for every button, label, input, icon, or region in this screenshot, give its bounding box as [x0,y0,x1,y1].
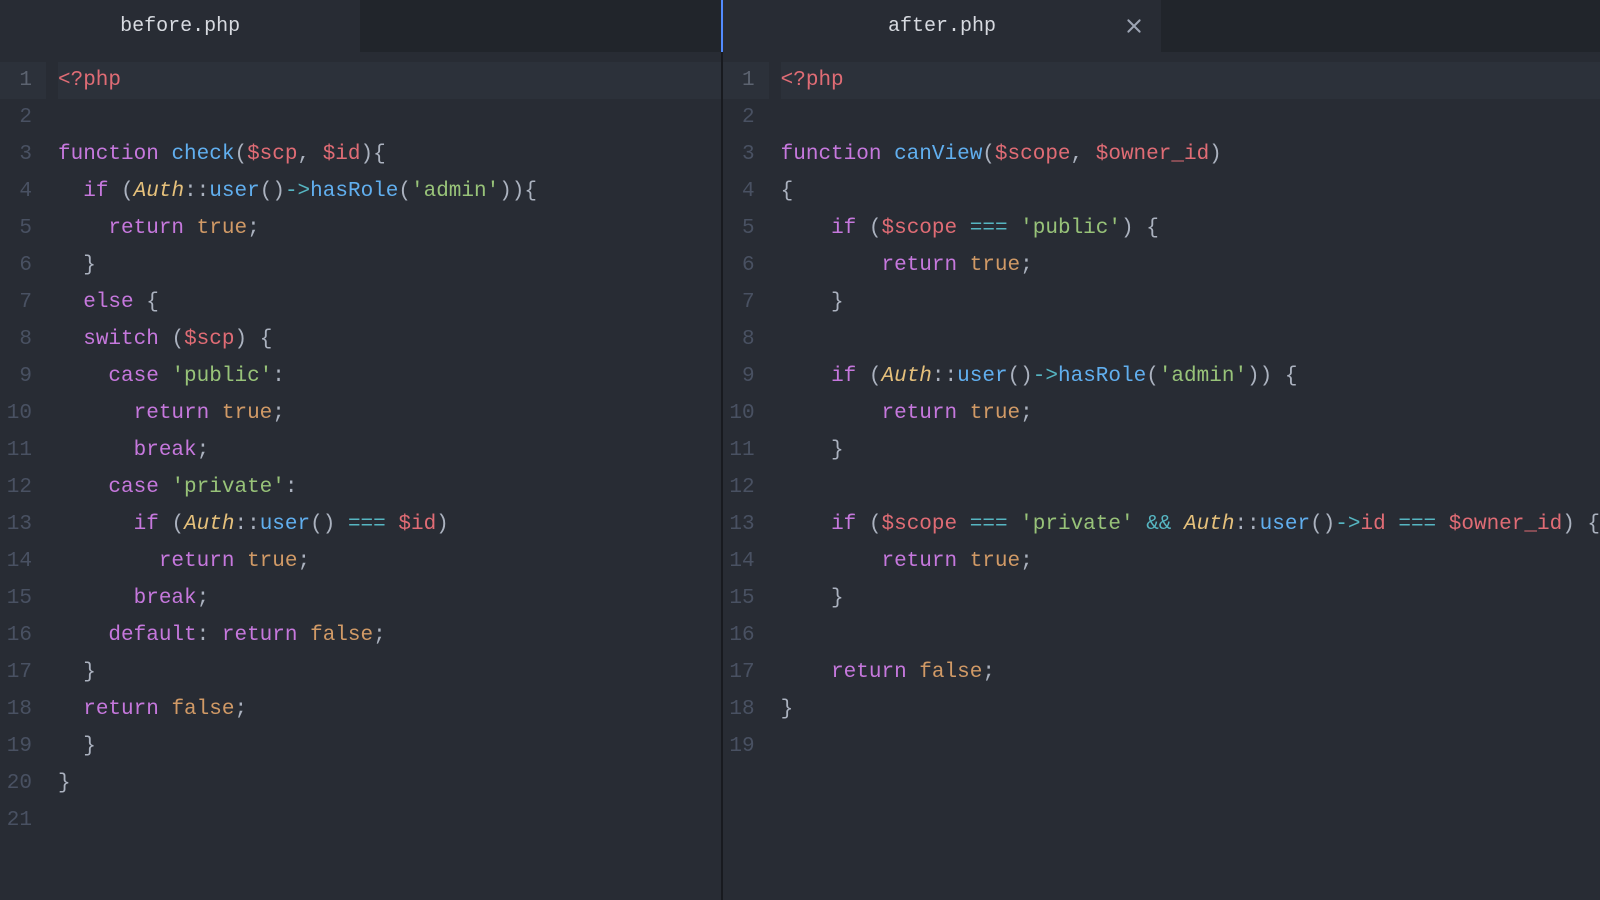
line-number: 17 [723,654,769,691]
line-number: 10 [723,395,769,432]
line-number: 20 [0,765,46,802]
tab-empty-left[interactable] [360,0,720,52]
line-number: 16 [723,617,769,654]
line-number: 15 [723,580,769,617]
code-line[interactable] [781,469,1600,506]
tab-label: before.php [120,15,240,38]
gutter-right: 12345678910111213141516171819 [723,52,769,900]
code-line[interactable] [781,321,1600,358]
code-line[interactable]: } [781,691,1600,728]
line-number: 13 [0,506,46,543]
line-number: 7 [0,284,46,321]
code-line[interactable]: if (Auth::user() === $id) [58,506,721,543]
tab-after-php[interactable]: after.php [723,0,1162,52]
tab-label: after.php [888,15,996,38]
code-line[interactable]: } [58,765,721,802]
line-number: 16 [0,617,46,654]
editor-left[interactable]: 123456789101112131415161718192021 <?phpf… [0,52,721,900]
gutter-left: 123456789101112131415161718192021 [0,52,46,900]
code-line[interactable]: return true; [58,395,721,432]
line-number: 11 [723,432,769,469]
line-number: 11 [0,432,46,469]
code-line[interactable]: } [781,580,1600,617]
code-line[interactable]: return true; [781,395,1600,432]
code-line[interactable]: } [58,728,721,765]
line-number: 6 [0,247,46,284]
line-number: 12 [723,469,769,506]
editor-pane-left: before.php 12345678910111213141516171819… [0,0,723,900]
editor-right[interactable]: 12345678910111213141516171819 <?phpfunct… [723,52,1600,900]
line-number: 14 [723,543,769,580]
line-number: 13 [723,506,769,543]
code-line[interactable]: } [58,654,721,691]
code-line[interactable]: if ($scope === 'private' && Auth::user()… [781,506,1600,543]
line-number: 14 [0,543,46,580]
line-number: 4 [0,173,46,210]
code-line[interactable]: return false; [781,654,1600,691]
line-number: 9 [0,358,46,395]
line-number: 2 [0,99,46,136]
code-line[interactable]: if (Auth::user()->hasRole('admin')){ [58,173,721,210]
line-number: 6 [723,247,769,284]
line-number: 3 [0,136,46,173]
code-line[interactable] [781,99,1600,136]
code-line[interactable]: else { [58,284,721,321]
code-line[interactable] [781,617,1600,654]
code-line[interactable] [781,728,1600,765]
code-line[interactable]: } [58,247,721,284]
code-line[interactable]: break; [58,432,721,469]
code-line[interactable]: return false; [58,691,721,728]
line-number: 5 [723,210,769,247]
code-line[interactable]: switch ($scp) { [58,321,721,358]
code-line[interactable]: function check($scp, $id){ [58,136,721,173]
code-line[interactable]: default: return false; [58,617,721,654]
editor-workspace: before.php 12345678910111213141516171819… [0,0,1600,900]
line-number: 1 [0,62,46,99]
line-number: 5 [0,210,46,247]
line-number: 2 [723,99,769,136]
code-line[interactable]: return true; [781,247,1600,284]
line-number: 1 [723,62,769,99]
code-line[interactable] [58,99,721,136]
close-icon[interactable] [1125,17,1143,35]
line-number: 8 [723,321,769,358]
code-line[interactable]: return true; [58,210,721,247]
tab-empty-right[interactable] [1161,0,1600,52]
code-line[interactable]: if ($scope === 'public') { [781,210,1600,247]
tab-bar-right: after.php [723,0,1600,52]
line-number: 19 [723,728,769,765]
line-number: 15 [0,580,46,617]
line-number: 10 [0,395,46,432]
code-line[interactable]: } [781,284,1600,321]
code-line[interactable]: { [781,173,1600,210]
line-number: 4 [723,173,769,210]
line-number: 8 [0,321,46,358]
line-number: 12 [0,469,46,506]
code-right[interactable]: <?php function canView($scope, $owner_id)… [769,52,1600,900]
line-number: 19 [0,728,46,765]
code-line[interactable]: if (Auth::user()->hasRole('admin')) { [781,358,1600,395]
code-line[interactable]: return true; [781,543,1600,580]
line-number: 18 [723,691,769,728]
code-line[interactable]: } [781,432,1600,469]
editor-pane-right: after.php 12345678910111213141516171819 … [723,0,1600,900]
code-left[interactable]: <?php function check($scp, $id){ if (Auth… [46,52,721,900]
code-line[interactable] [58,802,721,839]
code-line[interactable]: return true; [58,543,721,580]
code-line[interactable]: function canView($scope, $owner_id) [781,136,1600,173]
line-number: 7 [723,284,769,321]
code-line[interactable]: case 'private': [58,469,721,506]
line-number: 3 [723,136,769,173]
code-line[interactable]: break; [58,580,721,617]
line-number: 21 [0,802,46,839]
tab-before-php[interactable]: before.php [0,0,360,52]
code-line[interactable]: <?php [58,62,721,99]
line-number: 18 [0,691,46,728]
line-number: 9 [723,358,769,395]
code-line[interactable]: case 'public': [58,358,721,395]
code-line[interactable]: <?php [781,62,1600,99]
line-number: 17 [0,654,46,691]
tab-bar-left: before.php [0,0,721,52]
